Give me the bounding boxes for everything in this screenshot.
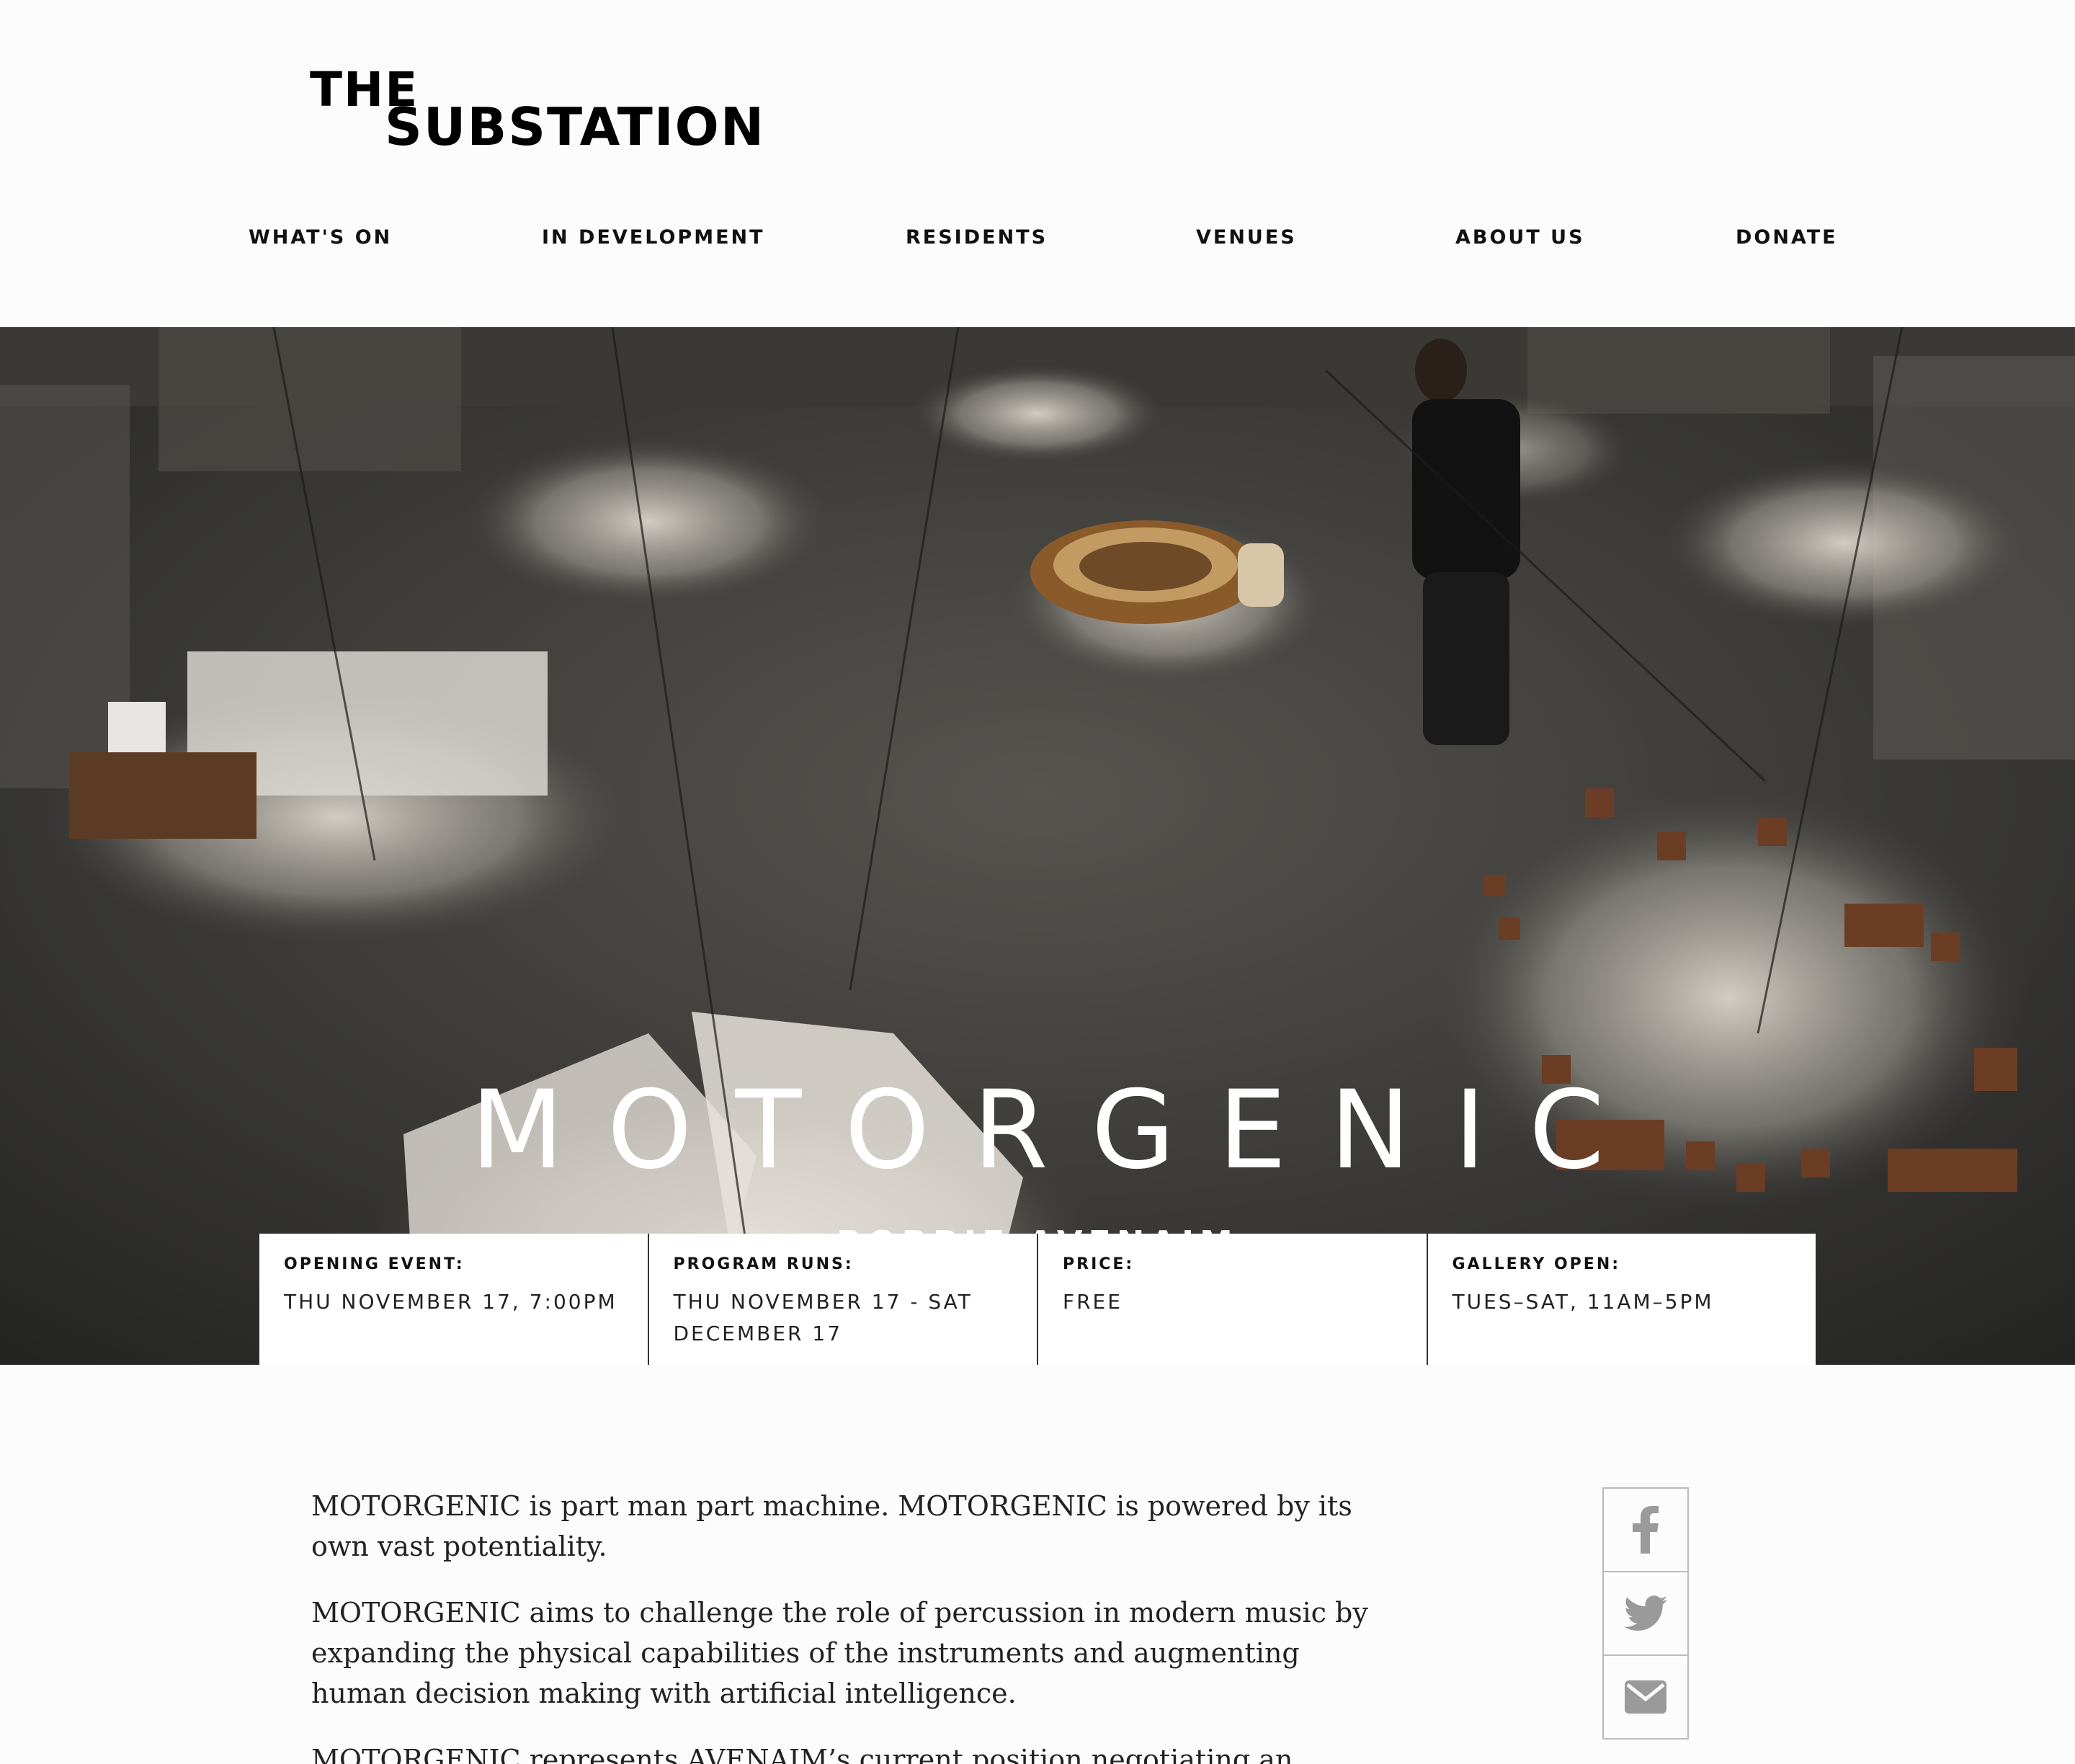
hero-photo bbox=[0, 327, 2075, 1365]
info-program-runs: PROGRAM RUNS: THU NOVEMBER 17 - SAT DECE… bbox=[647, 1234, 1038, 1365]
info-label: GALLERY OPEN: bbox=[1452, 1255, 1621, 1273]
email-icon bbox=[1625, 1680, 1666, 1714]
hero-banner: MOTORGENIC ROBBIE AVENAIM bbox=[0, 327, 2075, 1365]
share-twitter-button[interactable] bbox=[1602, 1571, 1689, 1656]
info-label: PRICE: bbox=[1063, 1255, 1135, 1273]
logo-line-2: SUBSTATION bbox=[385, 97, 766, 157]
info-opening-event: OPENING EVENT: THU NOVEMBER 17, 7:00PM bbox=[259, 1234, 648, 1365]
nav-item-donate[interactable]: DONATE bbox=[1736, 226, 1838, 249]
nav-item-about-us[interactable]: ABOUT US bbox=[1455, 226, 1585, 249]
twitter-icon bbox=[1624, 1595, 1667, 1631]
info-label: PROGRAM RUNS: bbox=[673, 1255, 854, 1273]
nav-item-whats-on[interactable]: WHAT'S ON bbox=[249, 226, 392, 249]
nav-item-residents[interactable]: RESIDENTS bbox=[906, 226, 1048, 249]
event-title: MOTORGENIC bbox=[470, 1068, 1648, 1193]
nav-item-venues[interactable]: VENUES bbox=[1196, 226, 1297, 249]
description-paragraph: MOTORGENIC is part man part machine. MOT… bbox=[311, 1490, 1352, 1562]
nav-item-in-development[interactable]: IN DEVELOPMENT bbox=[542, 226, 765, 249]
info-value: FREE bbox=[1063, 1290, 1123, 1314]
info-value: TUES–SAT, 11AM–5PM bbox=[1452, 1290, 1714, 1314]
event-info-bar: OPENING EVENT: THU NOVEMBER 17, 7:00PM P… bbox=[259, 1234, 1816, 1365]
info-value: THU NOVEMBER 17, 7:00PM bbox=[284, 1290, 617, 1314]
info-value: THU NOVEMBER 17 - SAT DECEMBER 17 bbox=[673, 1290, 973, 1345]
facebook-icon bbox=[1633, 1506, 1659, 1554]
main-nav: WHAT'S ON IN DEVELOPMENT RESIDENTS VENUE… bbox=[0, 216, 2075, 259]
description-paragraph: MOTORGENIC represents AVENAIM’s current … bbox=[311, 1744, 1293, 1764]
event-description: MOTORGENIC is part man part machine. MOT… bbox=[311, 1486, 1378, 1764]
share-buttons bbox=[1602, 1487, 1689, 1740]
share-facebook-button[interactable] bbox=[1602, 1487, 1689, 1572]
info-price: PRICE: FREE bbox=[1037, 1234, 1427, 1365]
description-paragraph: MOTORGENIC aims to challenge the role of… bbox=[311, 1597, 1368, 1709]
share-email-button[interactable] bbox=[1602, 1654, 1689, 1740]
site-logo[interactable]: THE SUBSTATION bbox=[310, 66, 764, 153]
info-gallery-open: GALLERY OPEN: TUES–SAT, 11AM–5PM bbox=[1426, 1234, 1816, 1365]
info-label: OPENING EVENT: bbox=[284, 1255, 465, 1273]
